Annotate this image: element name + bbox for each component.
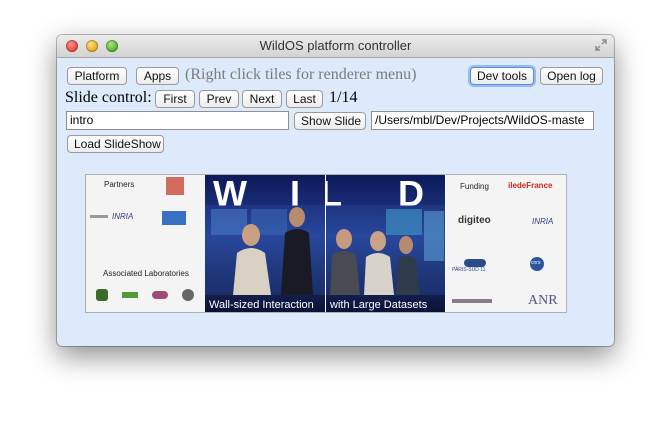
tile-partners[interactable]: Partners INRIA Associated Laboratories — [86, 175, 205, 312]
platform-button[interactable]: Platform — [67, 67, 127, 85]
dev-tools-button[interactable]: Dev tools — [470, 67, 534, 85]
ile-de-france-logo: iledeFrance — [508, 181, 553, 190]
partner-logo-red — [166, 177, 184, 195]
title-bar: WildOS platform controller — [57, 35, 614, 58]
inria-logo-right: INRIA — [532, 217, 554, 226]
associated-title: Associated Laboratories — [103, 269, 189, 278]
show-slide-button[interactable]: Show Slide — [294, 112, 366, 130]
tile-wild-photo-left[interactable]: W I Wall-sized Interaction — [205, 175, 325, 312]
app-window: WildOS platform controller Platform Apps… — [57, 35, 614, 346]
prev-button[interactable]: Prev — [199, 90, 239, 108]
anr-logo: ANR — [528, 293, 558, 308]
slide-control-label: Slide control: — [65, 89, 152, 106]
funding-logo-small — [452, 299, 492, 303]
lab-logo-3 — [152, 291, 168, 299]
lab-logo-4 — [182, 289, 194, 301]
tile-wild-photo-right[interactable]: L D with Large Datasets — [326, 175, 445, 312]
caption-right: with Large Datasets — [330, 299, 428, 311]
open-log-button[interactable]: Open log — [540, 67, 603, 85]
people-photo-left — [205, 205, 325, 295]
partner-logo-gray — [90, 215, 108, 218]
digiteo-logo: digiteo — [458, 215, 491, 226]
people-photo-right — [326, 205, 445, 295]
window-title: WildOS platform controller — [259, 38, 412, 53]
fullscreen-icon[interactable] — [594, 38, 608, 52]
load-slideshow-button[interactable]: Load SlideShow — [67, 135, 164, 153]
next-button[interactable]: Next — [242, 90, 282, 108]
paris-sud-label: PARIS-SUD 11 — [452, 267, 486, 273]
partner-logo-blue — [162, 211, 186, 225]
first-button[interactable]: First — [155, 90, 195, 108]
last-button[interactable]: Last — [286, 90, 323, 108]
slide-counter: 1/14 — [329, 89, 358, 106]
lab-logo-2 — [122, 292, 138, 298]
caption-left: Wall-sized Interaction — [209, 299, 314, 311]
apps-button[interactable]: Apps — [136, 67, 179, 85]
paris-sud-logo — [464, 259, 486, 267]
renderer-hint: (Right click tiles for renderer menu) — [185, 66, 417, 83]
slideshow-path-field[interactable]: /Users/mbl/Dev/Projects/WildOS-maste — [371, 111, 594, 130]
partners-title: Partners — [104, 180, 135, 189]
inria-logo-left: INRIA — [112, 212, 134, 221]
slide-preview[interactable]: Partners INRIA Associated Laboratories W… — [85, 174, 567, 313]
funding-title: Funding — [460, 182, 489, 191]
slide-name-input[interactable]: intro — [66, 111, 289, 130]
tile-funding[interactable]: Funding iledeFrance digiteo INRIA PARIS-… — [446, 175, 566, 312]
lab-logo-1 — [96, 289, 108, 301]
cnrs-label: cnrs — [531, 260, 541, 266]
